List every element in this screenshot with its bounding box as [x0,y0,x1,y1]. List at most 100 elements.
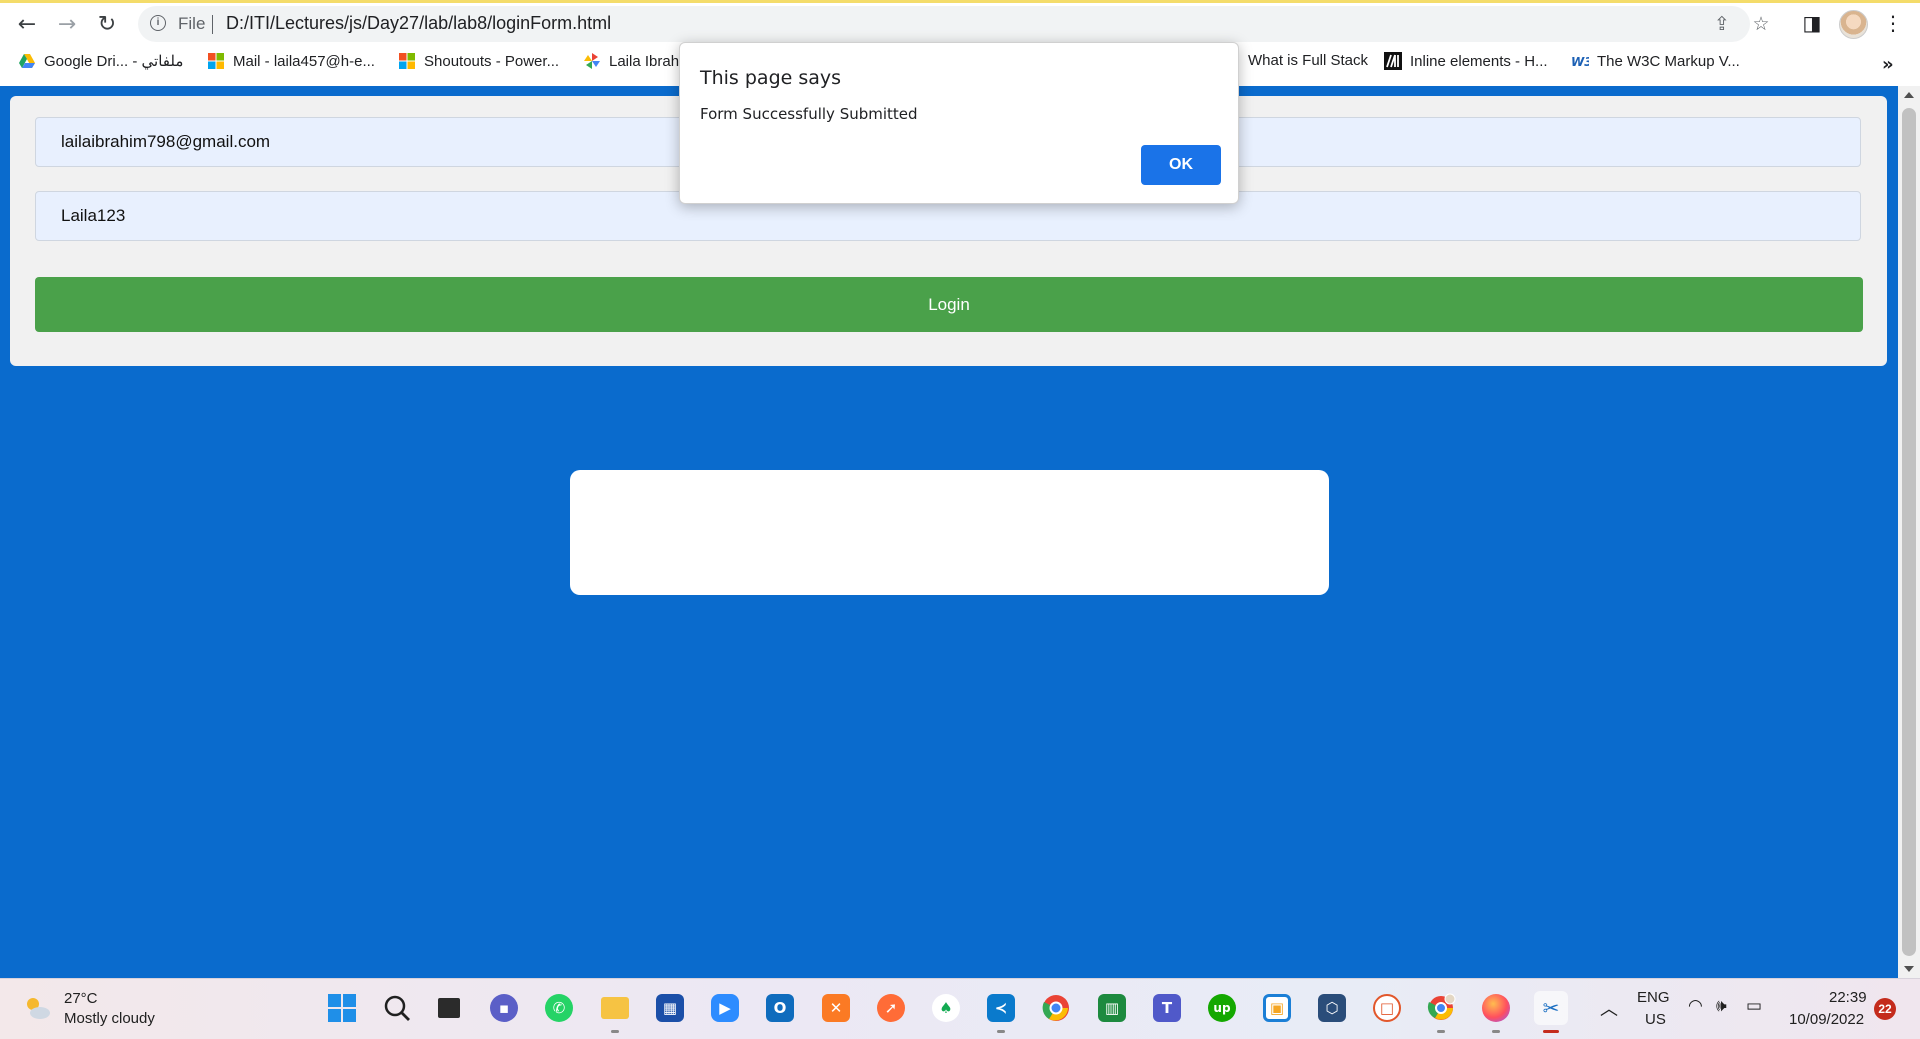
mongodb-app[interactable]: ♠ [929,991,963,1025]
windows-taskbar: 27°C Mostly cloudy ▪ ✆ ▦ ▶ O ✕ ➚ ♠ ≺ ▥ T… [0,978,1920,1039]
zoom-app[interactable]: ▶ [708,991,742,1025]
bookmark-full-stack[interactable]: What is Full Stack [1248,52,1368,69]
zoom-icon: ▶ [711,994,739,1022]
partly-cloudy-icon[interactable] [22,993,52,1023]
page-viewport: lailaibrahim798@gmail.com Laila123 Login [0,86,1898,978]
bookmark-label: Mail - laila457@h-e... [233,52,375,70]
teams-icon: T [1153,994,1181,1022]
vscode-icon: ≺ [987,994,1015,1022]
virtualbox-app[interactable]: ⬡ [1315,991,1349,1025]
chrome-profile-app[interactable] [1424,991,1458,1033]
virtualbox-cube-icon: ⬡ [1318,994,1346,1022]
search-icon [384,995,410,1021]
office-remote-app[interactable]: □ [1370,991,1404,1025]
bookmark-shoutouts[interactable]: Shoutouts - Power... [398,52,559,70]
task-view-icon [438,998,460,1018]
profile-avatar[interactable] [1839,10,1868,39]
file-explorer-app[interactable] [598,991,632,1033]
chrome-profile-icon [1427,993,1456,1020]
wifi-icon[interactable]: ◠ [1688,996,1703,1016]
bookmark-w3c[interactable]: W3 The W3C Markup V... [1571,52,1740,70]
search-button[interactable] [380,991,414,1025]
teams-chat-app[interactable]: ▪ [487,991,521,1025]
upwork-icon: up [1208,994,1236,1022]
site-info-icon[interactable]: i [150,15,166,31]
scroll-up-arrow[interactable] [1904,92,1914,98]
keyboard-layout-indicator[interactable]: US [1645,1011,1666,1028]
teams-app[interactable]: T [1150,991,1184,1025]
running-indicator [611,1030,619,1033]
browser-menu-icon[interactable]: ⋮ [1879,9,1907,37]
postman-app[interactable]: ➚ [874,991,908,1025]
bookmark-label: The W3C Markup V... [1597,52,1740,70]
folder-icon [601,997,629,1019]
upwork-app[interactable]: up [1205,991,1239,1025]
excel-app[interactable]: ▥ [1095,991,1129,1025]
login-button[interactable]: Login [35,277,1863,332]
snipping-tool-app[interactable]: ✂ [1534,991,1568,1033]
volume-icon[interactable]: 🕪 [1716,996,1727,1016]
windows-logo-icon [328,994,356,1022]
scissors-icon: ✂ [1542,996,1560,1020]
bookmark-mail[interactable]: Mail - laila457@h-e... [207,52,375,70]
mongodb-leaf-icon: ♠ [932,994,960,1022]
scrollbar-thumb[interactable] [1902,108,1916,956]
running-indicator [1492,1030,1500,1033]
chrome-icon [1042,995,1069,1021]
show-hidden-icons-button[interactable]: ︿ [1600,995,1618,1021]
clock-time[interactable]: 22:39 [1829,989,1867,1006]
battery-icon[interactable]: ▭ [1746,996,1762,1016]
message-box [570,470,1329,595]
more-bookmarks-button[interactable]: » [1882,54,1894,75]
vscode-app[interactable]: ≺ [984,991,1018,1033]
firefox-app[interactable] [1479,991,1513,1033]
notification-badge[interactable]: 22 [1874,998,1896,1020]
clock-date[interactable]: 10/09/2022 [1789,1011,1864,1028]
microsoft-icon [208,53,224,69]
weather-description[interactable]: Mostly cloudy [64,1010,155,1027]
active-indicator [1543,1030,1559,1033]
address-bar[interactable]: i File D:/ITI/Lectures/js/Day27/lab/lab8… [138,6,1770,42]
bookmark-star-icon[interactable]: ☆ [1749,12,1773,36]
chrome-app[interactable] [1039,991,1073,1025]
store-icon: ▦ [656,994,684,1022]
virtual-box-app[interactable]: ▣ [1260,991,1294,1025]
dialog-message: Form Successfully Submitted [700,105,918,123]
language-indicator[interactable]: ENG [1637,989,1670,1006]
postman-icon: ➚ [877,994,905,1022]
google-drive-icon [19,54,35,68]
start-button[interactable] [325,991,359,1025]
bookmark-label: Inline elements - H... [1410,52,1548,70]
page-scrollbar[interactable] [1898,86,1920,978]
dialog-title: This page says [700,67,842,89]
reload-button[interactable]: ↻ [93,10,121,38]
whatsapp-app[interactable]: ✆ [542,991,576,1025]
xampp-app[interactable]: ✕ [819,991,853,1025]
address-separator [212,15,213,34]
task-view-button[interactable] [432,991,466,1025]
microsoft-icon [399,53,415,69]
office-icon: □ [1373,994,1401,1022]
bookmark-label: Laila Ibrah [609,52,680,70]
back-button[interactable]: ← [13,10,41,38]
microsoft-store-app[interactable]: ▦ [653,991,687,1025]
share-icon[interactable]: ⇪ [1710,12,1734,36]
file-scheme-label: File [178,14,206,33]
running-indicator [997,1030,1005,1033]
ok-button[interactable]: OK [1141,145,1221,185]
alert-dialog: This page says Form Successfully Submitt… [679,42,1239,204]
side-panel-icon[interactable]: ◨ [1798,9,1826,37]
xampp-icon: ✕ [822,994,850,1022]
weather-temperature[interactable]: 27°C [64,990,98,1007]
bookmark-label: Shoutouts - Power... [424,52,560,70]
outlook-icon: O [766,994,794,1022]
forward-button[interactable]: → [53,10,81,38]
url-text[interactable]: D:/ITI/Lectures/js/Day27/lab/lab8/loginF… [226,13,611,34]
bookmark-laila[interactable]: Laila Ibrah [583,52,679,70]
outlook-app[interactable]: O [763,991,797,1025]
bookmark-label: Google Dri... - ملفاتي [44,53,184,70]
chat-bubble-icon: ▪ [490,994,518,1022]
bookmark-inline-elements[interactable]: Inline elements - H... [1384,52,1548,70]
scroll-down-arrow[interactable] [1904,966,1914,972]
bookmark-google-drive[interactable]: Google Dri... - ملفاتي [18,52,183,70]
